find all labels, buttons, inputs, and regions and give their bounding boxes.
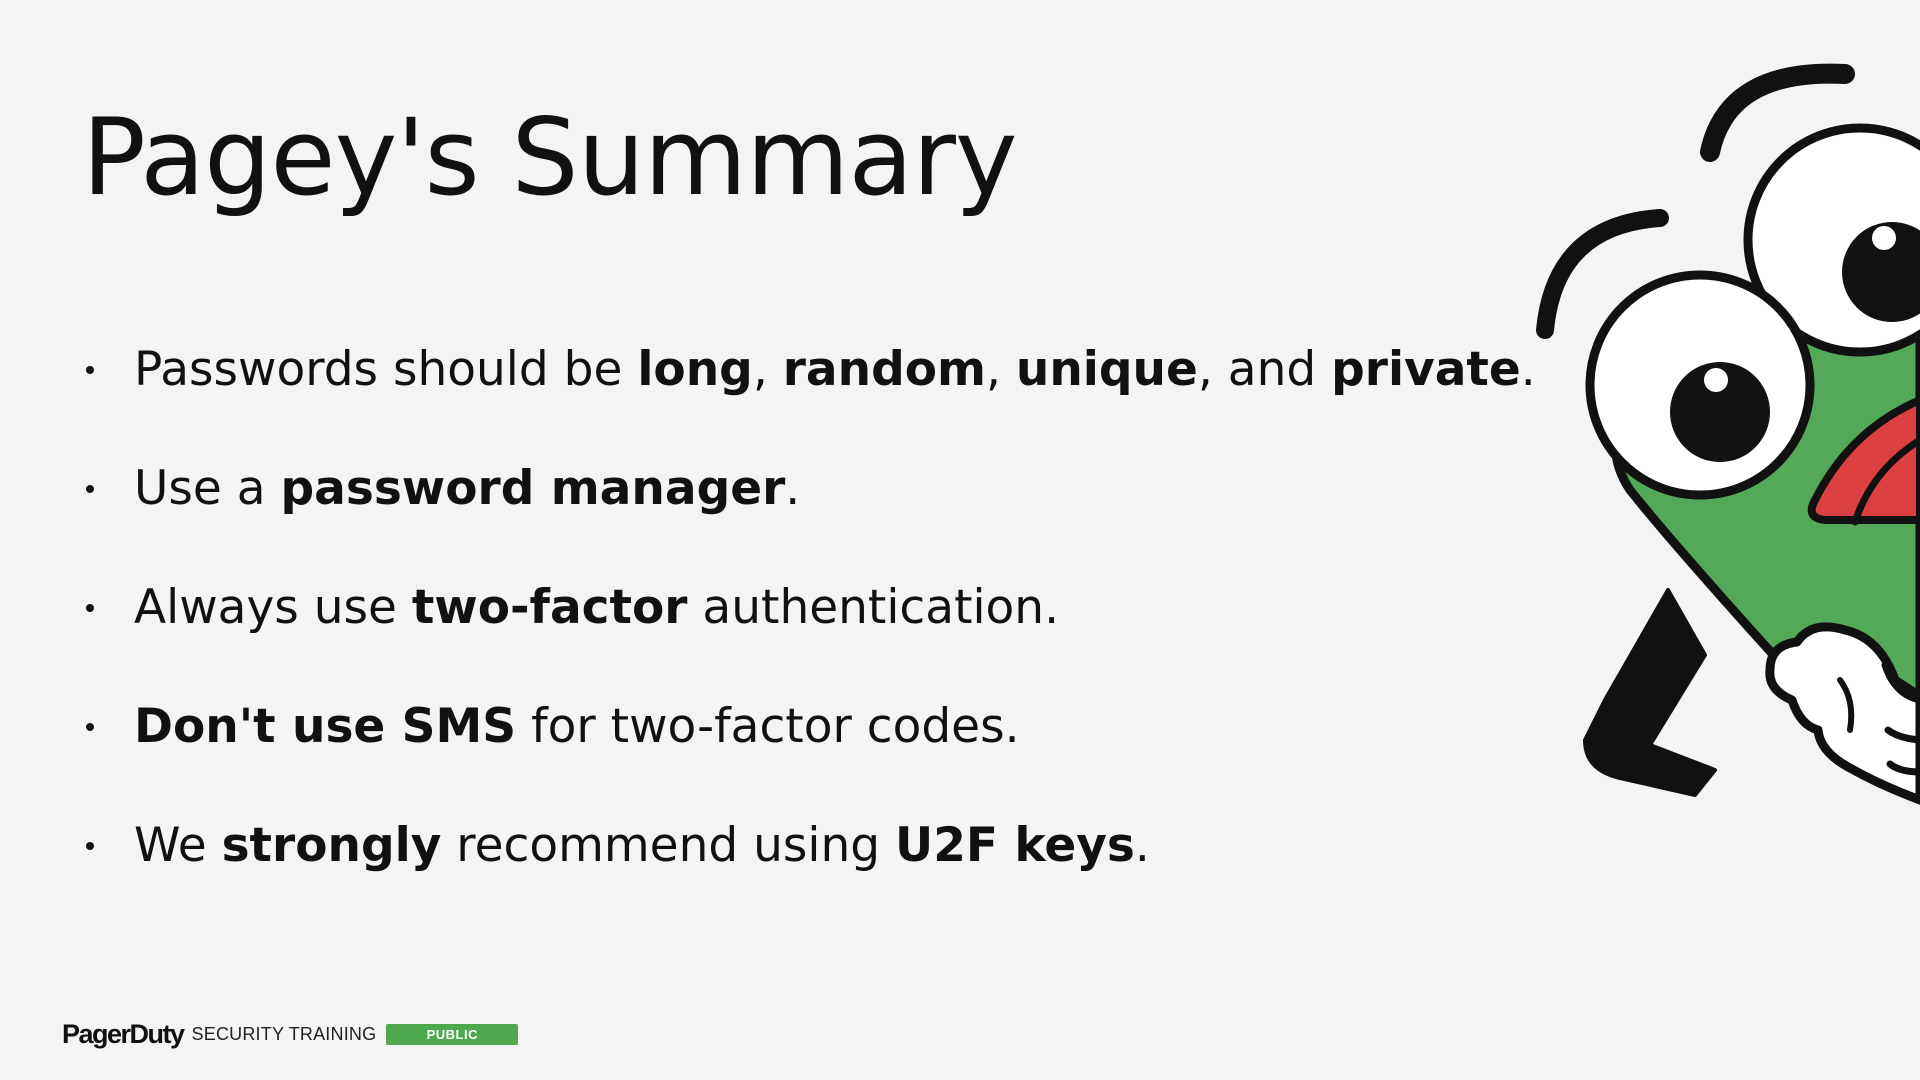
bullet-emphasis: Don't use SMS bbox=[134, 699, 517, 754]
brand-logo: PagerDuty bbox=[62, 1018, 185, 1049]
bullet-item: Passwords should be long, random, unique… bbox=[82, 330, 1536, 449]
bullet-text-part: , and bbox=[1197, 342, 1332, 397]
bullet-emphasis: two-factor bbox=[411, 580, 688, 635]
bullet-item: We strongly recommend using U2F keys. bbox=[82, 806, 1536, 925]
bullet-text-part: Passwords should be bbox=[134, 342, 638, 397]
bullet-text-part: for two-factor codes. bbox=[516, 699, 1020, 754]
bullet-text-part: authentication. bbox=[687, 580, 1060, 635]
bullet-text-part: Use a bbox=[134, 461, 281, 516]
bullet-item: Don't use SMS for two-factor codes. bbox=[82, 687, 1536, 806]
bullet-emphasis: strongly bbox=[221, 818, 442, 873]
bullet-item: Always use two-factor authentication. bbox=[82, 568, 1536, 687]
pagey-mascot-icon bbox=[1536, 63, 1920, 805]
bullet-emphasis: unique bbox=[1015, 342, 1198, 397]
bullet-text-part: , bbox=[752, 342, 783, 397]
bullet-emphasis: U2F keys bbox=[895, 818, 1135, 873]
bullet-text-part: , bbox=[985, 342, 1016, 397]
page-title: Pagey's Summary bbox=[82, 96, 1018, 219]
bullet-text-part: We bbox=[134, 818, 222, 873]
bullet-dot bbox=[86, 723, 94, 731]
bullet-emphasis: random bbox=[782, 342, 986, 397]
footer: PagerDuty SECURITY TRAINING PUBLIC bbox=[62, 1018, 519, 1050]
bullet-emphasis: private bbox=[1331, 342, 1521, 397]
status-badge: PUBLIC bbox=[386, 1023, 519, 1045]
bullet-text-part: Always use bbox=[134, 580, 412, 635]
bullet-dot bbox=[86, 842, 94, 850]
footer-subtitle: SECURITY TRAINING bbox=[191, 1023, 377, 1044]
bullet-text-part: recommend using bbox=[441, 818, 896, 873]
bullet-dot bbox=[86, 366, 94, 374]
bullet-list: Passwords should be long, random, unique… bbox=[82, 330, 1536, 925]
bullet-text-part: . bbox=[1134, 818, 1150, 873]
bullet-emphasis: long bbox=[637, 342, 753, 397]
bullet-dot bbox=[86, 604, 94, 612]
bullet-text-part: . bbox=[785, 461, 801, 516]
slide: Pagey's Summary Passwords should be long… bbox=[0, 0, 1920, 1080]
bullet-dot bbox=[86, 485, 94, 493]
bullet-item: Use a password manager. bbox=[82, 449, 1536, 568]
bullet-emphasis: password manager bbox=[280, 461, 786, 516]
